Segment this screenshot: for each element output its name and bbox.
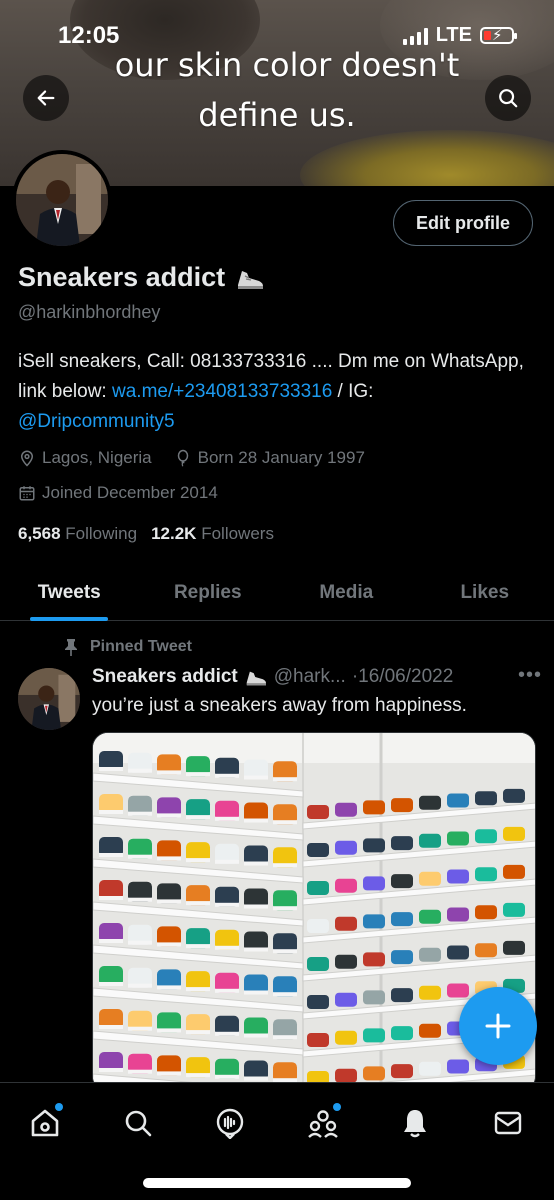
nav-messages[interactable] xyxy=(488,1103,528,1143)
back-button[interactable] xyxy=(23,75,69,121)
notification-dot xyxy=(55,1103,63,1111)
tweet-text: you’re just a sneakers away from happine… xyxy=(92,695,467,716)
nav-home[interactable] xyxy=(25,1103,65,1143)
instagram-link[interactable]: @Dripcommunity5 xyxy=(18,411,175,432)
home-indicator xyxy=(143,1178,411,1188)
balloon-icon xyxy=(177,449,188,467)
profile-avatar[interactable] xyxy=(12,150,112,250)
messages-icon xyxy=(494,1111,522,1135)
nav-spaces[interactable] xyxy=(210,1103,250,1143)
search-icon xyxy=(125,1110,152,1137)
following-label: Following xyxy=(65,524,138,543)
search-button[interactable] xyxy=(485,75,531,121)
birthday-item: Born 28 January 1997 xyxy=(174,448,365,468)
tab-label: Tweets xyxy=(37,581,101,603)
spaces-icon xyxy=(216,1108,244,1139)
tab-tweets[interactable]: Tweets xyxy=(0,565,139,621)
pinned-label: Pinned Tweet xyxy=(64,638,192,656)
status-time: 12:05 xyxy=(58,22,120,49)
tab-label: Likes xyxy=(460,581,510,603)
active-tab-indicator xyxy=(30,617,109,621)
profile-tabs: Tweets Replies Media Likes xyxy=(0,565,554,621)
profile-meta-row-2: Joined December 2014 xyxy=(18,483,218,503)
status-indicators: LTE ⚡ xyxy=(402,24,517,47)
follow-stats: 6,568 Following 12.2K Followers xyxy=(18,524,274,544)
tab-label: Media xyxy=(319,581,374,603)
search-icon xyxy=(499,89,518,108)
location-text: Lagos, Nigeria xyxy=(42,448,152,467)
joined-item: Joined December 2014 xyxy=(18,483,218,503)
arrow-left-icon xyxy=(37,90,55,106)
banner-caption-line2: define us. xyxy=(198,96,356,134)
network-label: LTE xyxy=(435,24,472,46)
following-count: 6,568 xyxy=(18,524,61,543)
profile-handle: @harkinbhordhey xyxy=(18,302,161,322)
followers-link[interactable]: 12.2K Followers xyxy=(151,524,274,544)
more-options-icon[interactable]: ••• xyxy=(518,664,542,687)
tweet-author[interactable]: Sneakers addict xyxy=(92,666,238,688)
profile-bio: iSell sneakers, Call: 08133733316 .... D… xyxy=(18,347,538,437)
bio-text-2: / IG: xyxy=(332,381,374,402)
followers-label: Followers xyxy=(201,524,274,543)
nav-notifications[interactable] xyxy=(395,1103,435,1143)
pin-icon xyxy=(65,639,77,656)
avatar-image xyxy=(16,154,108,246)
compose-tweet-button[interactable] xyxy=(459,987,537,1065)
tab-replies[interactable]: Replies xyxy=(139,565,278,620)
nav-search[interactable] xyxy=(118,1103,158,1143)
communities-icon xyxy=(308,1110,338,1138)
tweet-date[interactable]: ·16/06/2022 xyxy=(352,666,453,688)
location-pin-icon xyxy=(20,450,34,467)
banner-caption-line1: our skin color doesn't xyxy=(114,46,460,84)
nav-communities[interactable] xyxy=(303,1103,343,1143)
location-item: Lagos, Nigeria xyxy=(18,448,152,468)
sneaker-emoji-icon xyxy=(246,671,266,686)
pinned-text: Pinned Tweet xyxy=(90,638,192,655)
signal-icon xyxy=(402,27,428,45)
sneaker-emoji-icon xyxy=(238,270,264,289)
home-icon xyxy=(31,1109,59,1137)
joined-text: Joined December 2014 xyxy=(42,483,218,502)
tweet-avatar[interactable] xyxy=(18,668,80,730)
tweet-handle[interactable]: @hark... xyxy=(274,666,346,688)
profile-name-text: Sneakers addict xyxy=(18,262,226,292)
avatar-image xyxy=(18,668,80,730)
battery-icon: ⚡ xyxy=(480,27,517,44)
notification-dot xyxy=(333,1103,341,1111)
tab-media[interactable]: Media xyxy=(277,565,416,620)
profile-name: Sneakers addict xyxy=(18,262,265,293)
tweet-header: Sneakers addict @hark... ·16/06/2022 ••• xyxy=(92,664,542,688)
tab-label: Replies xyxy=(173,581,242,603)
edit-profile-button[interactable]: Edit profile xyxy=(393,200,533,246)
birthday-text: Born 28 January 1997 xyxy=(197,448,365,467)
plus-icon xyxy=(485,1013,511,1039)
followers-count: 12.2K xyxy=(151,524,197,543)
profile-meta-row: Lagos, Nigeria Born 28 January 1997 xyxy=(18,448,365,468)
tab-likes[interactable]: Likes xyxy=(416,565,554,620)
whatsapp-link[interactable]: wa.me/+23408133733316 xyxy=(112,381,332,402)
following-link[interactable]: 6,568 Following xyxy=(18,524,137,544)
notifications-icon xyxy=(404,1110,426,1138)
calendar-icon xyxy=(19,486,35,501)
